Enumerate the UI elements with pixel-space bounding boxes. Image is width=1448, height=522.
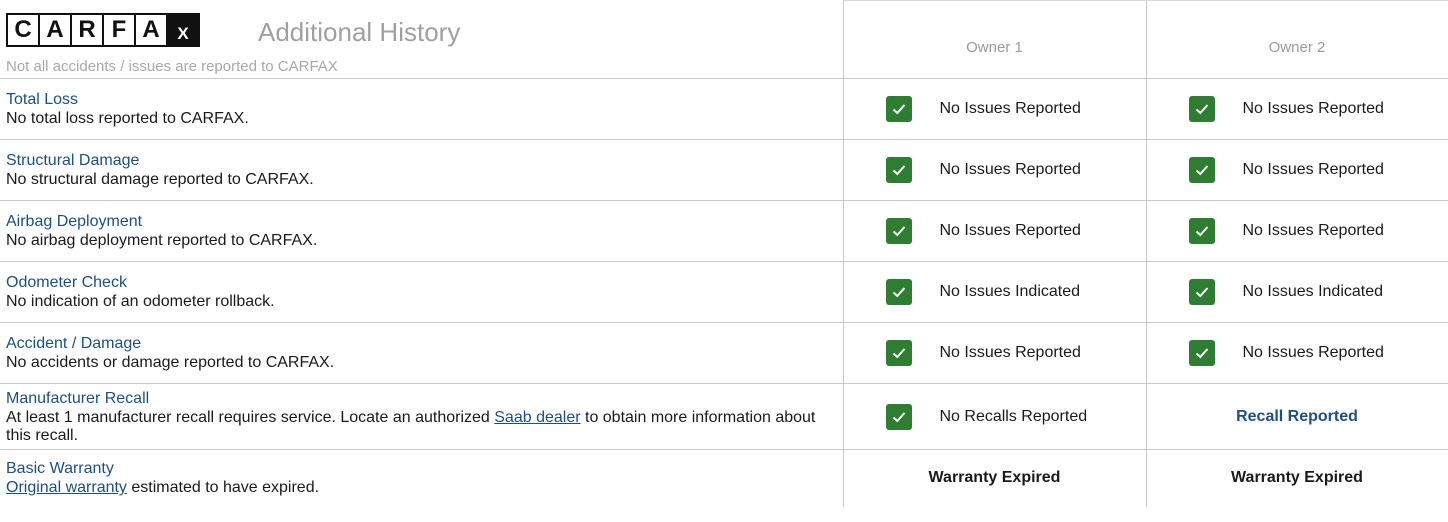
check-icon bbox=[885, 96, 912, 122]
status-label: No Issues Reported bbox=[939, 222, 1081, 239]
carfax-logo: C A R F A X bbox=[6, 12, 200, 47]
row-title[interactable]: Accident / Damage bbox=[6, 334, 843, 354]
status-label: No Issues Reported bbox=[939, 100, 1081, 117]
row-text: No total loss reported to CARFAX. bbox=[6, 110, 249, 127]
table-row: Odometer Check No indication of an odome… bbox=[0, 261, 1448, 323]
owner-1-status: No Issues Reported bbox=[842, 139, 1146, 201]
page-subtitle: Not all accidents / issues are reported … bbox=[6, 57, 338, 75]
table-row: Structural Damage No structural damage r… bbox=[0, 139, 1448, 201]
row-text: At least 1 manufacturer recall requires … bbox=[6, 409, 843, 445]
row-title[interactable]: Manufacturer Recall bbox=[6, 389, 843, 409]
logo-letter: R bbox=[70, 12, 104, 47]
owner-2-status: No Issues Reported bbox=[1145, 78, 1448, 140]
warranty-text-after: estimated to have expired. bbox=[126, 479, 320, 497]
row-description: Odometer Check No indication of an odome… bbox=[0, 261, 843, 323]
check-icon bbox=[1188, 279, 1215, 305]
row-title[interactable]: Total Loss bbox=[6, 90, 843, 110]
owner-2-status: No Issues Reported bbox=[1145, 139, 1448, 201]
logo-letter: F bbox=[102, 12, 136, 47]
owner-1-status: No Issues Reported bbox=[842, 78, 1146, 140]
owner-2-status: No Issues Reported bbox=[1145, 322, 1448, 384]
table-row: Basic Warranty Original warranty estimat… bbox=[0, 449, 1448, 507]
owner-1-header: Owner 1 bbox=[842, 0, 1146, 79]
row-title[interactable]: Structural Damage bbox=[6, 151, 843, 171]
row-text: No indication of an odometer rollback. bbox=[6, 293, 275, 310]
status-label: No Issues Reported bbox=[1242, 161, 1384, 178]
row-description: Structural Damage No structural damage r… bbox=[0, 139, 843, 201]
table-row: Total Loss No total loss reported to CAR… bbox=[0, 78, 1448, 140]
check-icon bbox=[885, 403, 912, 430]
owner-2-status: Warranty Expired bbox=[1145, 449, 1448, 507]
row-text: No accidents or damage reported to CARFA… bbox=[6, 354, 335, 371]
check-icon bbox=[885, 218, 912, 244]
logo-letter: A bbox=[134, 12, 168, 47]
owner-1-status: No Issues Indicated bbox=[842, 261, 1146, 323]
owner-2-status: Recall Reported bbox=[1145, 383, 1448, 450]
saab-dealer-link[interactable]: Saab dealer bbox=[494, 409, 580, 426]
row-description: Basic Warranty Original warranty estimat… bbox=[0, 450, 843, 507]
logo-letter: A bbox=[38, 12, 72, 47]
check-icon bbox=[1188, 157, 1215, 183]
check-icon bbox=[885, 279, 912, 305]
header-brand-cell: C A R F A X Additional History Not all a… bbox=[0, 0, 843, 79]
additional-history-report: C A R F A X Additional History Not all a… bbox=[0, 0, 1448, 522]
recall-text-before: At least 1 manufacturer recall requires … bbox=[6, 408, 495, 426]
row-text: No structural damage reported to CARFAX. bbox=[6, 171, 314, 188]
status-label: No Issues Reported bbox=[1242, 222, 1384, 239]
status-label: No Issues Reported bbox=[1242, 344, 1384, 361]
table-header: C A R F A X Additional History Not all a… bbox=[0, 0, 1448, 79]
table-row: Airbag Deployment No airbag deployment r… bbox=[0, 200, 1448, 262]
check-icon bbox=[1188, 96, 1215, 122]
status-label: No Issues Reported bbox=[1242, 100, 1384, 117]
row-description: Manufacturer Recall At least 1 manufactu… bbox=[0, 383, 843, 450]
status-label: No Issues Indicated bbox=[939, 283, 1081, 300]
row-text: No airbag deployment reported to CARFAX. bbox=[6, 232, 318, 249]
table-row: Accident / Damage No accidents or damage… bbox=[0, 322, 1448, 384]
warranty-status: Warranty Expired bbox=[928, 469, 1061, 487]
original-warranty-link[interactable]: Original warranty bbox=[6, 479, 127, 496]
check-icon bbox=[1188, 340, 1215, 366]
history-table: C A R F A X Additional History Not all a… bbox=[0, 0, 1448, 507]
status-label: No Recalls Reported bbox=[939, 407, 1088, 425]
row-title[interactable]: Airbag Deployment bbox=[6, 212, 843, 232]
owner-2-status: No Issues Indicated bbox=[1145, 261, 1448, 323]
row-text: Original warranty estimated to have expi… bbox=[6, 479, 843, 497]
check-icon bbox=[885, 157, 912, 183]
owner-1-status: No Issues Reported bbox=[842, 322, 1146, 384]
status-label: No Issues Reported bbox=[939, 161, 1081, 178]
row-title[interactable]: Odometer Check bbox=[6, 273, 843, 293]
status-label: No Issues Indicated bbox=[1242, 283, 1384, 300]
owner-1-status: No Recalls Reported bbox=[842, 383, 1146, 450]
page-title: Additional History bbox=[258, 16, 461, 47]
warranty-status: Warranty Expired bbox=[1231, 469, 1363, 487]
check-icon bbox=[1188, 218, 1215, 244]
owner-1-status: No Issues Reported bbox=[842, 200, 1146, 262]
row-description: Accident / Damage No accidents or damage… bbox=[0, 322, 843, 384]
table-row: Manufacturer Recall At least 1 manufactu… bbox=[0, 383, 1448, 450]
owner-2-status: No Issues Reported bbox=[1145, 200, 1448, 262]
owner-2-header: Owner 2 bbox=[1145, 0, 1448, 79]
row-title[interactable]: Basic Warranty bbox=[6, 459, 843, 479]
owner-1-status: Warranty Expired bbox=[842, 449, 1146, 507]
recall-reported-link[interactable]: Recall Reported bbox=[1236, 408, 1358, 425]
logo-letter: X bbox=[166, 12, 200, 47]
logo-letter: C bbox=[6, 12, 40, 47]
status-label: No Issues Reported bbox=[939, 344, 1081, 361]
check-icon bbox=[885, 340, 912, 366]
row-description: Airbag Deployment No airbag deployment r… bbox=[0, 200, 843, 262]
row-description: Total Loss No total loss reported to CAR… bbox=[0, 78, 843, 140]
